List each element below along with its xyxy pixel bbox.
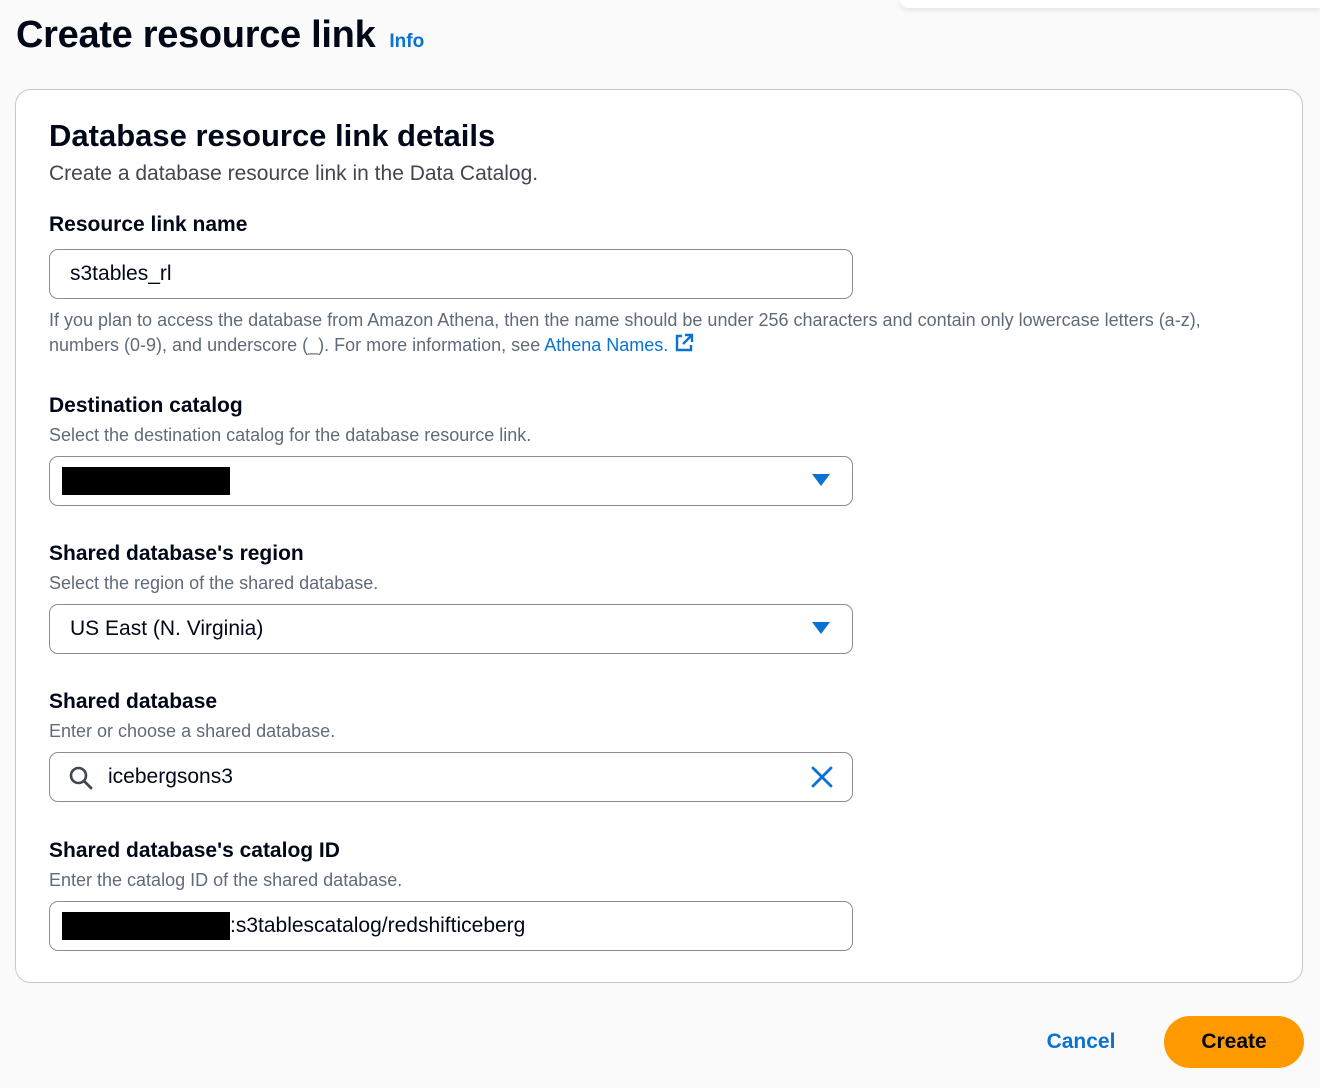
search-icon: [69, 766, 93, 790]
resource-link-name-label: Resource link name: [49, 213, 248, 236]
page-title: Create resource link: [16, 14, 376, 56]
resource-link-details-container: Database resource link details Create a …: [15, 89, 1303, 983]
shared-region-label: Shared database's region: [49, 542, 304, 565]
shared-database-value: icebergsons3: [108, 765, 233, 788]
caret-down-icon: [812, 622, 830, 634]
shared-catalog-id-input[interactable]: :s3tablescatalog/redshifticeberg: [49, 901, 853, 951]
clear-icon[interactable]: [810, 765, 834, 789]
catalog-id-redacted-prefix: [62, 912, 230, 940]
page: Create resource link Info Database resou…: [0, 0, 1320, 1088]
shared-region-select[interactable]: US East (N. Virginia): [49, 604, 853, 654]
shared-region-description: Select the region of the shared database…: [49, 573, 379, 593]
shared-database-label: Shared database: [49, 690, 218, 713]
caret-down-icon: [812, 474, 830, 486]
destination-catalog-redacted-value: [62, 467, 230, 495]
info-link[interactable]: Info: [389, 31, 424, 53]
page-header: Create resource link Info: [16, 14, 424, 57]
shared-catalog-id-label: Shared database's catalog ID: [49, 839, 340, 862]
destination-catalog-description: Select the destination catalog for the d…: [49, 425, 532, 445]
external-link-icon[interactable]: [674, 333, 694, 353]
cancel-button[interactable]: Cancel: [1028, 1016, 1134, 1068]
destination-catalog-select[interactable]: [49, 456, 853, 506]
section-description: Create a database resource link in the D…: [49, 162, 539, 185]
resource-link-name-input[interactable]: s3tables_rl: [49, 249, 853, 299]
create-button[interactable]: Create: [1164, 1016, 1304, 1068]
shared-database-description: Enter or choose a shared database.: [49, 721, 336, 741]
section-title: Database resource link details: [49, 118, 496, 153]
resource-link-name-value: s3tables_rl: [70, 262, 172, 285]
destination-catalog-label: Destination catalog: [49, 394, 243, 417]
shared-catalog-id-description: Enter the catalog ID of the shared datab…: [49, 870, 403, 890]
shared-database-search-input[interactable]: icebergsons3: [49, 752, 853, 802]
athena-names-link[interactable]: Athena Names.: [544, 335, 668, 355]
catalog-id-suffix: :s3tablescatalog/redshifticeberg: [230, 914, 526, 937]
resource-link-name-hint: If you plan to access the database from …: [49, 308, 1239, 358]
shared-region-value: US East (N. Virginia): [70, 617, 264, 640]
top-bar-shadow: [900, 0, 1320, 8]
